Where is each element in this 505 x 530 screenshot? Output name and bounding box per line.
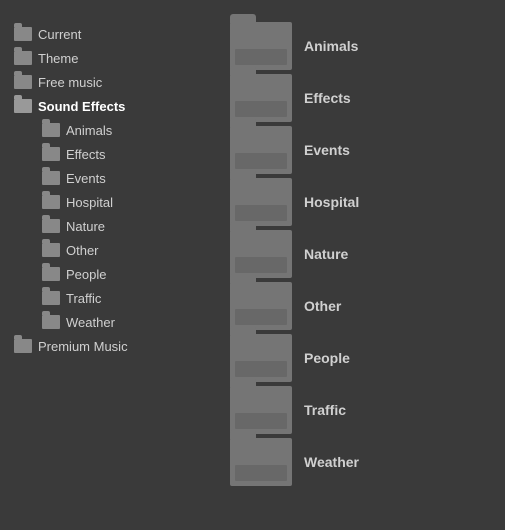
- tree-label-sound-effects: Sound Effects: [38, 99, 125, 114]
- tree-item-events[interactable]: Events: [14, 166, 210, 190]
- folder-icon-other: [42, 243, 60, 257]
- grid-label-other: Other: [304, 298, 341, 314]
- grid-folder-people: [230, 334, 292, 382]
- grid-folder-hospital: [230, 178, 292, 226]
- folder-icon-nature: [42, 219, 60, 233]
- folder-icon-free-music: [14, 75, 32, 89]
- tree-label-people: People: [66, 267, 106, 282]
- tree-label-events: Events: [66, 171, 106, 186]
- tree-item-premium-music[interactable]: Premium Music: [14, 334, 210, 358]
- tree-item-current[interactable]: Current: [14, 22, 210, 46]
- grid-item-animals[interactable]: Animals: [230, 22, 495, 70]
- tree-label-hospital: Hospital: [66, 195, 113, 210]
- folder-icon-current: [14, 27, 32, 41]
- grid-item-traffic[interactable]: Traffic: [230, 386, 495, 434]
- tree-label-premium-music: Premium Music: [38, 339, 128, 354]
- grid-folder-traffic: [230, 386, 292, 434]
- tree-item-animals[interactable]: Animals: [14, 118, 210, 142]
- grid-item-weather[interactable]: Weather: [230, 438, 495, 486]
- grid-folder-nature: [230, 230, 292, 278]
- folder-icon-events: [42, 171, 60, 185]
- tree-item-sound-effects[interactable]: Sound Effects: [14, 94, 210, 118]
- grid-folder-effects: [230, 74, 292, 122]
- grid-item-effects[interactable]: Effects: [230, 74, 495, 122]
- tree-item-free-music[interactable]: Free music: [14, 70, 210, 94]
- grid-label-people: People: [304, 350, 350, 366]
- tree-item-traffic[interactable]: Traffic: [14, 286, 210, 310]
- tree-label-weather: Weather: [66, 315, 115, 330]
- grid-label-animals: Animals: [304, 38, 358, 54]
- tree-label-effects: Effects: [66, 147, 106, 162]
- grid-item-hospital[interactable]: Hospital: [230, 178, 495, 226]
- tree-label-nature: Nature: [66, 219, 105, 234]
- folder-icon-theme: [14, 51, 32, 65]
- grid-label-events: Events: [304, 142, 350, 158]
- folder-icon-people: [42, 267, 60, 281]
- tree-label-free-music: Free music: [38, 75, 102, 90]
- tree-item-effects[interactable]: Effects: [14, 142, 210, 166]
- tree-label-theme: Theme: [38, 51, 78, 66]
- tree-item-people[interactable]: People: [14, 262, 210, 286]
- grid-label-weather: Weather: [304, 454, 359, 470]
- tree-label-traffic: Traffic: [66, 291, 101, 306]
- folder-icon-animals: [42, 123, 60, 137]
- grid-label-effects: Effects: [304, 90, 351, 106]
- tree-panel: Current Theme Free music Sound Effects Anima…: [0, 22, 210, 500]
- grid-item-people[interactable]: People: [230, 334, 495, 382]
- tree-label-animals: Animals: [66, 123, 112, 138]
- grid-folder-events: [230, 126, 292, 174]
- grid-label-traffic: Traffic: [304, 402, 346, 418]
- grid-folder-other: [230, 282, 292, 330]
- grid-label-hospital: Hospital: [304, 194, 359, 210]
- grid-folder-animals: [230, 22, 292, 70]
- tree-item-other[interactable]: Other: [14, 238, 210, 262]
- tree-label-current: Current: [38, 27, 81, 42]
- tree-item-weather[interactable]: Weather: [14, 310, 210, 334]
- folder-icon-effects: [42, 147, 60, 161]
- folder-icon-hospital: [42, 195, 60, 209]
- folder-icon-sound-effects: [14, 99, 32, 113]
- grid-item-events[interactable]: Events: [230, 126, 495, 174]
- grid-label-nature: Nature: [304, 246, 348, 262]
- folder-icon-weather: [42, 315, 60, 329]
- grid-item-nature[interactable]: Nature: [230, 230, 495, 278]
- tree-item-nature[interactable]: Nature: [14, 214, 210, 238]
- tree-item-hospital[interactable]: Hospital: [14, 190, 210, 214]
- grid-panel: Animals Effects Events Hospital Nature Other P…: [210, 22, 505, 500]
- tree-item-theme[interactable]: Theme: [14, 46, 210, 70]
- tree-label-other: Other: [66, 243, 99, 258]
- folder-icon-premium-music: [14, 339, 32, 353]
- grid-item-other[interactable]: Other: [230, 282, 495, 330]
- folder-icon-traffic: [42, 291, 60, 305]
- grid-folder-weather: [230, 438, 292, 486]
